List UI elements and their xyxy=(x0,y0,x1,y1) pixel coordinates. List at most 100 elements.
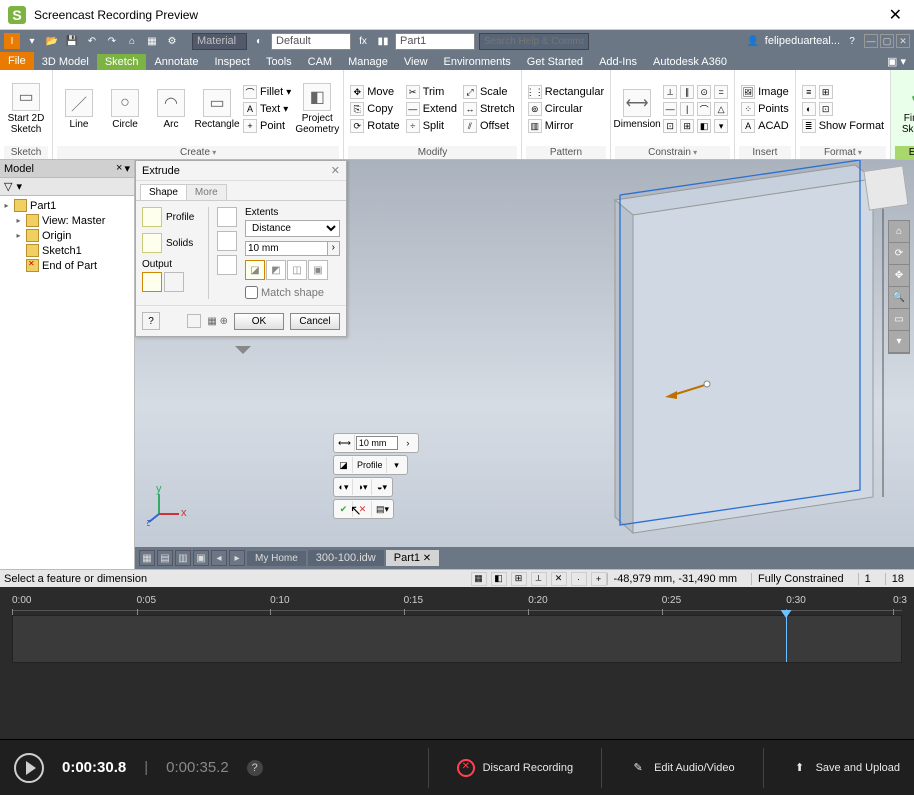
discard-recording-button[interactable]: Discard Recording xyxy=(457,759,573,777)
doctab-layout4-icon[interactable]: ▣ xyxy=(193,550,209,566)
material-dropdown[interactable]: Material xyxy=(192,33,247,50)
mini-more-button[interactable]: ▤▾ xyxy=(373,501,392,517)
nav-zoom-icon[interactable]: 🔍 xyxy=(889,287,909,309)
format-btn2[interactable]: ◐⊡ xyxy=(800,101,886,117)
tab-a360[interactable]: Autodesk A360 xyxy=(645,54,735,70)
copy-button[interactable]: ⎘Copy xyxy=(348,101,401,117)
constraint-row1[interactable]: ⟂∥⊙= xyxy=(661,84,730,100)
tree-origin[interactable]: ▸Origin xyxy=(2,228,132,243)
distance-arrow-button[interactable]: › xyxy=(328,241,340,256)
doctab-home[interactable]: My Home xyxy=(247,551,306,566)
tab-annotate[interactable]: Annotate xyxy=(146,54,206,70)
format-btn1[interactable]: ≡⊞ xyxy=(800,84,886,100)
doctab-drawing[interactable]: 300-100.idw xyxy=(308,550,384,566)
status-icon7[interactable]: + xyxy=(591,572,607,586)
tab-3d-model[interactable]: 3D Model xyxy=(34,54,97,70)
constraint-row2[interactable]: —|⌒△ xyxy=(661,101,730,117)
panel-format-label[interactable]: Format xyxy=(800,146,886,159)
doctab-next-icon[interactable]: ▸ xyxy=(229,550,245,566)
qat-redo-icon[interactable]: ↷ xyxy=(104,33,120,49)
mini-profile-icon[interactable]: ◪ xyxy=(335,457,353,473)
nav-home-icon[interactable]: ⌂ xyxy=(889,221,909,243)
dimension-button[interactable]: ⟷Dimension xyxy=(615,72,659,146)
direction-neg-button[interactable] xyxy=(217,231,237,251)
panel-constrain-label[interactable]: Constrain xyxy=(615,146,730,159)
ribbon-overflow-icon[interactable]: ▣ ▾ xyxy=(879,53,914,70)
dialog-preview-check[interactable] xyxy=(187,314,201,328)
play-button[interactable] xyxy=(14,753,44,783)
mini-profile-drop[interactable]: ▾ xyxy=(388,457,406,473)
tab-manage[interactable]: Manage xyxy=(340,54,396,70)
line-button[interactable]: ／Line xyxy=(57,72,101,146)
tab-inspect[interactable]: Inspect xyxy=(207,54,258,70)
qat-home-icon[interactable]: ⌂ xyxy=(124,33,140,49)
bool-cut-button[interactable]: ◩ xyxy=(266,260,286,280)
nav-more-icon[interactable]: ▾ xyxy=(889,331,909,353)
extend-button[interactable]: —Extend xyxy=(404,101,459,117)
status-icon6[interactable]: · xyxy=(571,572,587,586)
qat-pause-icon[interactable]: ▮▮ xyxy=(375,33,391,49)
rectangular-pattern-button[interactable]: ⋮⋮Rectangular xyxy=(526,84,606,100)
tab-environments[interactable]: Environments xyxy=(436,54,519,70)
status-icon2[interactable]: ◧ xyxy=(491,572,507,586)
browser-pin-icon[interactable]: × xyxy=(116,162,122,175)
tab-sketch[interactable]: Sketch xyxy=(97,54,147,70)
mini-dir3-button[interactable]: ◒▾ xyxy=(373,479,391,495)
help-icon[interactable]: ? xyxy=(844,33,860,49)
tab-add-ins[interactable]: Add-Ins xyxy=(591,54,645,70)
start-sketch-button[interactable]: ▭Start 2D Sketch xyxy=(4,72,48,146)
window-close-button[interactable]: ✕ xyxy=(885,5,906,25)
insert-acad-button[interactable]: AACAD xyxy=(739,118,791,134)
timeline-track[interactable] xyxy=(12,615,902,663)
tree-view[interactable]: ▸View: Master xyxy=(2,213,132,228)
help-search-input[interactable] xyxy=(479,33,589,50)
mini-dir1-button[interactable]: ◐▾ xyxy=(335,479,353,495)
status-icon5[interactable]: ✕ xyxy=(551,572,567,586)
extents-mode-select[interactable]: Distance xyxy=(245,220,340,237)
tree-sketch1[interactable]: Sketch1 xyxy=(2,243,132,258)
tab-file[interactable]: File xyxy=(0,52,34,70)
tab-cam[interactable]: CAM xyxy=(300,54,340,70)
profile-select-button[interactable] xyxy=(142,207,162,227)
browser-menu-icon[interactable]: ▾ xyxy=(124,162,130,175)
qat-undo-icon[interactable]: ↶ xyxy=(84,33,100,49)
distance-input[interactable] xyxy=(245,241,328,256)
circle-button[interactable]: ○Circle xyxy=(103,72,147,146)
status-icon3[interactable]: ⊞ xyxy=(511,572,527,586)
doctab-layout3-icon[interactable]: ▥ xyxy=(175,550,191,566)
insert-image-button[interactable]: 🖼Image xyxy=(739,84,791,100)
inner-close-button[interactable]: ✕ xyxy=(896,34,910,48)
rectangle-button[interactable]: ▭Rectangle xyxy=(195,72,239,146)
nav-orbit-icon[interactable]: ⟳ xyxy=(889,243,909,265)
bool-intersect-button[interactable]: ◫ xyxy=(287,260,307,280)
dialog-tab-shape[interactable]: Shape xyxy=(140,184,187,200)
mini-dir2-button[interactable]: ◑▾ xyxy=(354,479,372,495)
show-format-button[interactable]: ≣Show Format xyxy=(800,118,886,134)
inventor-app-icon[interactable]: I xyxy=(4,33,20,49)
timeline-ruler[interactable]: 0:00 0:05 0:10 0:15 0:20 0:25 0:30 0:3 xyxy=(12,595,902,611)
tab-get-started[interactable]: Get Started xyxy=(519,54,591,70)
solids-select-button[interactable] xyxy=(142,233,162,253)
tab-tools[interactable]: Tools xyxy=(258,54,300,70)
appearance-swatch-icon[interactable]: ◐ xyxy=(251,33,267,49)
direction-sym-button[interactable] xyxy=(217,255,237,275)
browser-search-icon[interactable]: ▾ xyxy=(16,180,22,193)
qat-save-icon[interactable]: 💾 xyxy=(64,33,80,49)
tab-view[interactable]: View xyxy=(396,54,436,70)
insert-points-button[interactable]: ⁘Points xyxy=(739,101,791,117)
document-name-field[interactable]: Part1 xyxy=(395,33,475,50)
dialog-help-button[interactable]: ? xyxy=(142,312,160,330)
player-help-button[interactable]: ? xyxy=(247,760,263,776)
split-button[interactable]: ÷Split xyxy=(404,118,459,134)
tree-root[interactable]: ▸Part1 xyxy=(2,198,132,213)
arc-button[interactable]: ◠Arc xyxy=(149,72,193,146)
direction-pos-button[interactable] xyxy=(217,207,237,227)
dialog-close-button[interactable]: ✕ xyxy=(331,164,340,177)
dialog-and-icon[interactable]: ▦ ⊕ xyxy=(207,316,228,327)
browser-filter-icon[interactable]: ▽ xyxy=(4,180,12,193)
stretch-button[interactable]: ↔Stretch xyxy=(461,101,517,117)
finish-sketch-button[interactable]: ✔Finish Sketch xyxy=(895,72,914,146)
cancel-button[interactable]: Cancel xyxy=(290,313,340,330)
tree-end-of-part[interactable]: End of Part xyxy=(2,258,132,273)
viewcube[interactable] xyxy=(863,165,908,210)
